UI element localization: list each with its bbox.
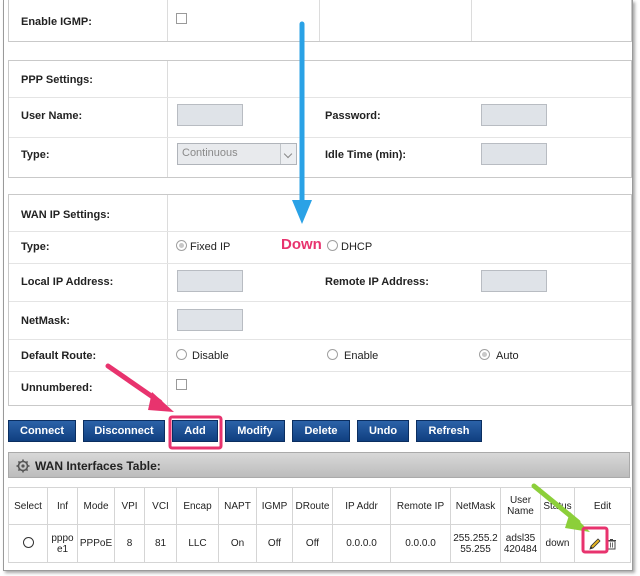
wan-ip-settings-panel: WAN IP Settings: Type: Fixed IP DHCP Loc… xyxy=(8,194,632,406)
ppp-settings-panel: PPP Settings: User Name: Password: Type:… xyxy=(8,60,632,178)
chevron-down-icon xyxy=(280,144,296,164)
enable-igmp-checkbox[interactable] xyxy=(176,13,187,24)
disconnect-button[interactable]: Disconnect xyxy=(83,420,165,442)
netmask-label: NetMask: xyxy=(21,315,70,327)
idle-time-input[interactable] xyxy=(481,143,547,165)
table-row: pppoe1 PPPoE 8 81 LLC On Off Off 0.0.0.0… xyxy=(8,524,631,563)
ppp-type-value: Continuous xyxy=(182,147,238,159)
connect-button[interactable]: Connect xyxy=(8,420,76,442)
ip-addr-cell: 0.0.0.0 xyxy=(332,524,391,563)
edit-cell xyxy=(574,524,631,563)
fixed-ip-radio[interactable] xyxy=(176,240,187,251)
status-cell: down xyxy=(540,524,575,563)
route-auto-label: Auto xyxy=(496,350,519,362)
wan-interfaces-table: Select Inf Mode VPI VCI Encap NAPT IGMP … xyxy=(8,487,631,563)
route-enable-radio[interactable] xyxy=(327,349,338,360)
ppp-type-label: Type: xyxy=(21,149,50,161)
select-cell xyxy=(8,524,48,563)
igmp-cell: Off xyxy=(256,524,293,563)
ppp-type-select[interactable]: Continuous xyxy=(177,143,297,165)
column-header: User Name xyxy=(500,487,541,525)
route-disable-radio[interactable] xyxy=(176,349,187,360)
trash-icon[interactable] xyxy=(606,538,617,550)
column-header: Inf xyxy=(47,487,78,525)
password-label: Password: xyxy=(325,110,381,122)
column-header: VPI xyxy=(114,487,145,525)
ppp-settings-title: PPP Settings: xyxy=(21,74,93,86)
column-header: IGMP xyxy=(256,487,293,525)
column-header: NetMask xyxy=(450,487,501,525)
column-header: NAPT xyxy=(218,487,257,525)
inf-cell: pppoe1 xyxy=(47,524,78,563)
remote-ip-label: Remote IP Address: xyxy=(325,276,429,288)
edit-pencil-icon[interactable] xyxy=(588,537,602,551)
unnumbered-label: Unnumbered: xyxy=(21,382,93,394)
igmp-panel: Enable IGMP: xyxy=(8,0,632,42)
column-header: Remote IP xyxy=(390,487,451,525)
user-name-cell: adsl35420484 xyxy=(500,524,541,563)
netmask-cell: 255.255.255.255 xyxy=(450,524,501,563)
column-header: Mode xyxy=(77,487,115,525)
dhcp-radio[interactable] xyxy=(327,240,338,251)
vpi-cell: 8 xyxy=(114,524,145,563)
local-ip-input[interactable] xyxy=(177,270,243,292)
netmask-input[interactable] xyxy=(177,309,243,331)
wan-type-label: Type: xyxy=(21,241,50,253)
vci-cell: 81 xyxy=(144,524,177,563)
dhcp-label: DHCP xyxy=(341,241,373,253)
column-header: VCI xyxy=(144,487,177,525)
encap-cell: LLC xyxy=(176,524,219,563)
delete-button[interactable]: Delete xyxy=(292,420,350,442)
local-ip-label: Local IP Address: xyxy=(21,276,114,288)
column-header: Select xyxy=(8,487,48,525)
route-disable-label: Disable xyxy=(192,350,229,362)
row-select-radio[interactable] xyxy=(22,536,34,548)
unnumbered-checkbox[interactable] xyxy=(176,379,187,390)
wan-interfaces-table-header: WAN Interfaces Table: xyxy=(8,452,630,478)
route-enable-label: Enable xyxy=(344,350,379,362)
column-header: Status xyxy=(540,487,575,525)
remote-ip-input[interactable] xyxy=(481,270,547,292)
refresh-button[interactable]: Refresh xyxy=(416,420,482,442)
gear-icon xyxy=(16,459,30,473)
undo-button[interactable]: Undo xyxy=(357,420,409,442)
column-header: Edit xyxy=(574,487,631,525)
wan-ip-settings-title: WAN IP Settings: xyxy=(21,209,111,221)
modify-button[interactable]: Modify xyxy=(225,420,285,442)
mode-cell: PPPoE xyxy=(77,524,115,563)
password-input[interactable] xyxy=(481,104,547,126)
table-header-row: Select Inf Mode VPI VCI Encap NAPT IGMP … xyxy=(8,487,631,525)
wan-interfaces-table-title: WAN Interfaces Table: xyxy=(35,459,161,473)
column-header: IP Addr xyxy=(332,487,391,525)
droute-cell: Off xyxy=(292,524,333,563)
user-name-label: User Name: xyxy=(21,110,83,122)
user-name-input[interactable] xyxy=(177,104,243,126)
column-header: DRoute xyxy=(292,487,333,525)
default-route-label: Default Route: xyxy=(21,350,97,362)
napt-cell: On xyxy=(218,524,257,563)
route-auto-radio[interactable] xyxy=(479,349,490,360)
column-header: Encap xyxy=(176,487,219,525)
down-annotation-label: Down xyxy=(280,236,323,253)
remote-ip-cell: 0.0.0.0 xyxy=(390,524,451,563)
fixed-ip-label: Fixed IP xyxy=(190,241,231,253)
idle-time-label: Idle Time (min): xyxy=(325,149,407,161)
add-button[interactable]: Add xyxy=(172,420,218,442)
enable-igmp-label: Enable IGMP: xyxy=(21,16,92,28)
